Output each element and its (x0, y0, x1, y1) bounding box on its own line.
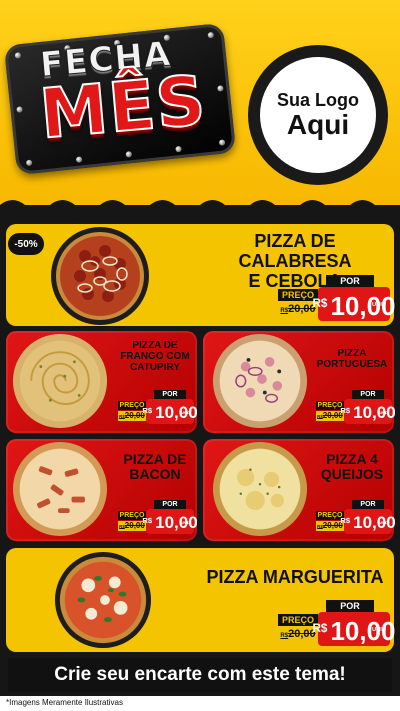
cta-banner[interactable]: Crie seu encarte com este tema! (8, 658, 392, 692)
unit-label: UNID (372, 627, 386, 633)
por-label: POR (352, 390, 384, 399)
pizza-marguerita-image (54, 551, 152, 649)
por-label: POR (154, 390, 186, 399)
price-block-bacon: POR PREÇO R$20,00 R$ 10,00 UNID (118, 500, 198, 534)
product-title-4-queijos: PIZZA 4 QUEIJOS (312, 451, 392, 483)
price-block-frango: POR PREÇO R$20,00 R$ 10,00 UNID (118, 390, 198, 424)
title-line: PIZZA DE (123, 451, 187, 467)
pizza-portuguesa-image (212, 333, 308, 429)
product-title-frango: PIZZA DE FRANGO COM CATUPIRY (114, 340, 196, 373)
price-block-4-queijos: POR PREÇO R$20,00 R$ 10,00 UNID (316, 500, 396, 534)
title-line: PIZZA (337, 348, 367, 359)
unit-label: UNID (180, 521, 190, 525)
pizza-4-queijos-image (212, 441, 308, 537)
currency: R$ (142, 406, 153, 416)
old-value: 20,00 (288, 628, 316, 640)
new-price: R$ 10,00 UNID (340, 509, 396, 534)
mes-title: MÊS (36, 61, 210, 156)
title-line: BACON (129, 466, 181, 483)
currency: R$ (312, 296, 328, 310)
logo-placeholder: Sua Logo Aqui (248, 45, 388, 185)
unit-label: UNID (180, 411, 190, 415)
unit-label: UNID (378, 521, 388, 525)
currency: R$ (340, 516, 351, 526)
price-value: 10,00 (155, 403, 198, 422)
title-line: PIZZA 4 (326, 451, 378, 467)
new-price: R$ 10,00 UNID (312, 287, 396, 321)
por-label: POR (326, 600, 374, 612)
new-price: R$ 10,00 UNID (142, 399, 198, 424)
price-block-marguerita: POR PREÇO R$20,00 R$ 10,00 UNID (278, 600, 396, 646)
title-line: PIZZA MARGUERITA (206, 567, 384, 587)
discount-badge: -50% (8, 233, 44, 255)
new-price: R$ 10,00 UNID (312, 612, 396, 646)
por-label: POR (326, 275, 374, 287)
title-line: PIZZA DE CALABRESA (238, 231, 352, 271)
product-title-bacon: PIZZA DE BACON (114, 451, 196, 483)
title-line: PIZZA DE (132, 340, 178, 351)
new-price: R$ 10,00 UNID (142, 509, 198, 534)
title-line: FRANGO COM (120, 351, 190, 362)
old-currency: R$ (280, 633, 289, 639)
disclaimer-text: *Imagens Meramente Ilustrativas (6, 698, 123, 707)
price-value: 10,00 (155, 513, 198, 532)
por-label: POR (352, 500, 384, 509)
price-block-calabresa: POR PREÇO R$20,00 R$ 10,00 UNID (278, 275, 396, 321)
unit-label: UNID (372, 302, 386, 308)
logo-text-line1: Sua Logo (277, 89, 359, 110)
price-value: 10,00 (353, 513, 396, 532)
product-title-marguerita: PIZZA MARGUERITA (200, 567, 390, 588)
title-line: PORTUGUESA (316, 359, 388, 370)
currency: R$ (142, 516, 153, 526)
title-line: QUEIJOS (320, 466, 384, 483)
wave-divider (0, 200, 400, 225)
pizza-frango-image (12, 333, 108, 429)
por-label: POR (154, 500, 186, 509)
currency: R$ (340, 406, 351, 416)
pizza-bacon-image (12, 441, 108, 537)
price-value: 10,00 (353, 403, 396, 422)
price-block-portuguesa: POR PREÇO R$20,00 R$ 10,00 UNID (316, 390, 396, 424)
logo-text-line2: Aqui (286, 108, 350, 140)
old-currency: R$ (280, 308, 289, 314)
unit-label: UNID (378, 411, 388, 415)
new-price: R$ 10,00 UNID (340, 399, 396, 424)
title-line: CATUPIRY (130, 362, 180, 373)
pizza-calabresa-image (50, 226, 150, 326)
currency: R$ (312, 621, 328, 635)
old-value: 20,00 (288, 303, 316, 315)
product-title-portuguesa: PIZZA PORTUGUESA (312, 348, 392, 370)
